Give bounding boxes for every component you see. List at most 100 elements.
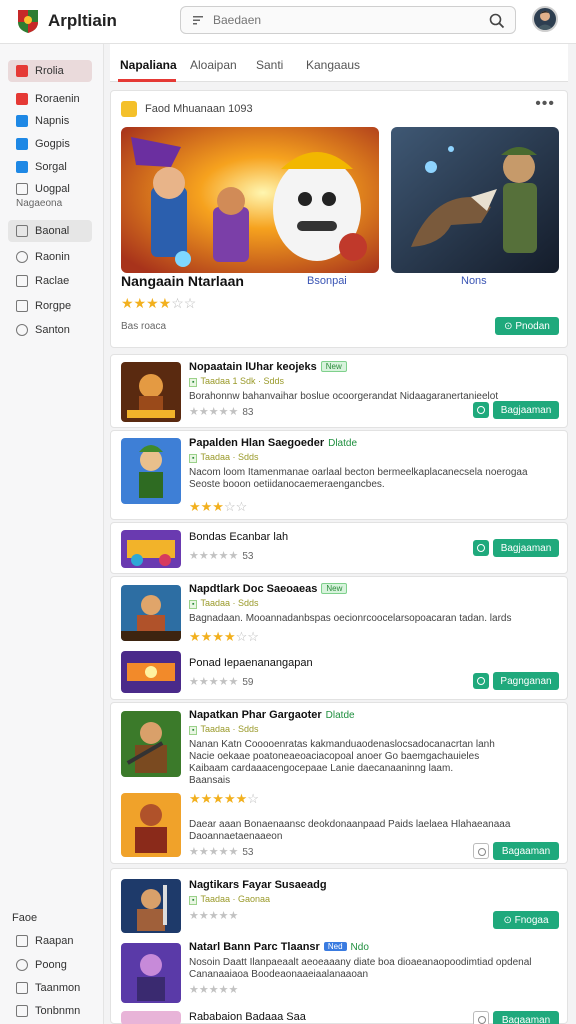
tab-1[interactable]: Napaliana [120,58,177,72]
sidebar-item-4[interactable]: Gogpis [8,133,92,155]
sidebar-item-label: Napnis [35,115,70,127]
game-thumbnail[interactable] [121,362,181,422]
button-label: Fnogaa [514,914,549,926]
sidebar-item-10[interactable]: Rorgpe [8,295,92,317]
sidebar-item-7[interactable]: Baonal [8,220,92,242]
button-label: Bagaaman [501,1014,551,1024]
game-thumbnail[interactable] [121,651,181,693]
install-button[interactable]: Pagnganan [493,672,559,690]
game-thumbnail[interactable] [121,530,181,568]
game-list-item[interactable]: Bondas Ecanbar lah ★★★★★ 53 Bagjaaman [110,522,568,574]
install-icon[interactable] [473,1011,489,1024]
install-button[interactable]: Bagjaaman [493,401,559,419]
button-label: Pnodan [515,320,550,332]
search-icon[interactable] [489,13,505,29]
install-button[interactable]: ⊙ Fnogaa [493,911,559,929]
sidebar-item-label: Rorgpe [35,300,72,312]
search-input[interactable] [213,11,473,29]
featured-action-button[interactable]: ⊙ Pnodan [495,317,559,335]
game-title: Nopaatain lUhar keojeks New [189,361,347,373]
game-description: Seoste booon oetiidanocaemeraengancbes. [189,479,385,490]
game-list-item[interactable]: Napdtlark Doc Saeoaeas New ▪ Taadaa · Sdds… [110,576,568,700]
sidebar-item-6[interactable]: Uogpal [8,178,92,200]
search-icon [16,251,28,263]
featured-image-main[interactable] [121,127,379,273]
game-thumbnail[interactable] [121,438,181,504]
featured-genre-link[interactable]: Bsonpai [307,275,347,287]
game-list-item[interactable]: Nopaatain lUhar keojeks New ▪ Taadaa 1 Sdk… [110,354,568,428]
grid-icon [16,275,28,287]
game-subtitle: ▪ Taadaa · Gaonaa [189,894,270,905]
game-title: Natarl Bann Parc Tlaansr Ned Ndo [189,941,369,953]
game-description: Nacie oekaae poatoneaeoaciacopoal anoer … [189,751,480,762]
palette-icon [16,959,28,971]
sidebar-item-9[interactable]: Raclae [8,270,92,292]
search-bar[interactable] [180,6,516,34]
game-title: Napdtlark Doc Saeoaeas New [189,583,348,595]
sidebar-item-11[interactable]: Santon [8,319,92,341]
game-subtitle: ▪ Taadaa 1 Sdk · Sdds [189,376,284,387]
sidebar-item-label: Roraenin [35,93,80,105]
featured-title: Nangaain Ntarlaan [121,273,244,289]
more-icon[interactable]: ••• [535,95,555,113]
sidebar-footer-item-2[interactable]: Poong [8,954,92,976]
game-title: Bondas Ecanbar lah [189,531,289,543]
game-subtitle: ▪ Taadaa · Sdds [189,598,259,609]
sidebar-item-8[interactable]: Raonin [8,246,92,268]
gear-icon [16,324,28,336]
featured-meta: Bas roaca [121,321,167,332]
tab-4[interactable]: Kangaaus [306,58,360,72]
sidebar-footer-item-1[interactable]: Raapan [8,930,92,952]
game-thumbnail[interactable] [121,943,181,1003]
game-list-item[interactable]: Papalden Hlan Saegoeder Dlatde ▪ Taadaa · … [110,430,568,520]
game-thumbnail[interactable] [121,793,181,857]
game-description: Cananaaiaoa Boodeaonaaeiaalanaaoan [189,969,369,980]
install-icon[interactable] [473,843,489,859]
sidebar: Rrolia Roraenin Napnis Gogpis Sorgal Uog… [0,44,104,1024]
game-thumbnail[interactable] [121,711,181,777]
game-description: Baansais [189,775,231,786]
game-description: Nosoin Daatt Ilanpaeaalt aeoeaaany diate… [189,957,532,968]
game-rating: ★★★☆☆ [189,499,248,514]
mail-icon [16,982,28,994]
featured-image-secondary[interactable] [391,127,559,273]
game-description: Bagnadaan. Mooannadanbspas oecionrcoocel… [189,613,512,624]
sidebar-item-1[interactable]: Rrolia [8,60,92,82]
install-icon[interactable] [473,402,489,418]
filter-icon [193,16,203,25]
bag-icon [16,300,28,312]
featured-mode-link[interactable]: Nons [461,275,487,287]
app-logo-icon[interactable] [16,8,40,34]
active-tab-indicator [118,79,176,82]
game-thumbnail[interactable] [121,1011,181,1024]
tab-3[interactable]: Santi [256,58,283,72]
featured-header: Faod Mhuanaan 1093 [121,101,253,117]
sidebar-item-3[interactable]: Napnis [8,110,92,132]
sidebar-footer-item-4[interactable]: Tonbnmn [8,1000,92,1022]
apps-icon [16,115,28,127]
sidebar-item-5[interactable]: Sorgal [8,156,92,178]
install-button[interactable]: Bagaaman [493,842,559,860]
game-list-item[interactable]: Napatkan Phar Gargaoter Dlatde ▪ Taadaa · … [110,702,568,864]
game-title: Napatkan Phar Gargaoter Dlatde [189,709,355,721]
books-icon [16,161,28,173]
install-icon[interactable] [473,673,489,689]
game-thumbnail[interactable] [121,585,181,641]
game-title: Rababaion Badaaa Saa [189,1011,306,1023]
tab-2[interactable]: Aloaipan [190,58,237,72]
game-list-item[interactable]: Nagtikars Fayar Susaeadg ▪ Taadaa · Gaona… [110,868,568,1024]
sidebar-footer-item-3[interactable]: Taanmon [8,977,92,999]
install-button[interactable]: Bagaaman [493,1011,559,1024]
games-icon [16,93,28,105]
tab-bar: Napaliana Aloaipan Santi Kangaaus [110,44,568,82]
game-description: Daear aaan Bonaenaansc deokdonaanpaad Pa… [189,819,511,830]
game-thumbnail[interactable] [121,879,181,933]
sidebar-item-label: Baonal [35,225,70,237]
sidebar-item-label: Uogpal [35,183,70,195]
install-icon[interactable] [473,540,489,556]
app-title: Arpltiain [48,11,117,30]
avatar[interactable] [532,6,558,32]
game-rating: ★★★★★ 53 [189,846,254,858]
sidebar-item-2[interactable]: Roraenin [8,88,92,110]
install-button[interactable]: Bagjaaman [493,539,559,557]
